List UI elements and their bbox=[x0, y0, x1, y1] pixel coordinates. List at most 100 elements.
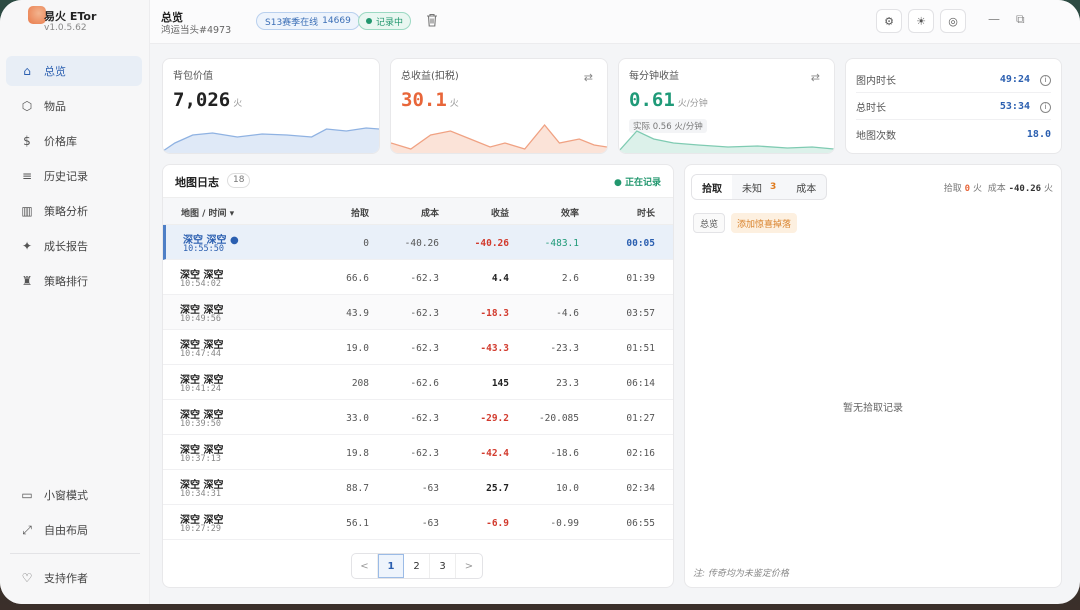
page-button-3[interactable]: 3 bbox=[430, 554, 456, 578]
page-button-2[interactable]: 2 bbox=[404, 554, 430, 578]
info-icon[interactable]: i bbox=[1040, 101, 1051, 113]
add-surprise-drop-button[interactable]: 添加惊喜掉落 bbox=[731, 213, 798, 233]
sidebar-divider bbox=[10, 553, 140, 554]
info-icon[interactable]: i bbox=[1040, 74, 1051, 86]
col-cost[interactable]: 成本 bbox=[421, 206, 439, 219]
col-pickup[interactable]: 拾取 bbox=[351, 206, 369, 219]
in-map-duration-row: 图内时长 49:24 i bbox=[856, 67, 1051, 93]
season-count: 14669 bbox=[322, 16, 351, 26]
row-efficiency: -20.085 bbox=[538, 413, 579, 424]
season-online-badge: S13赛季在线 14669 bbox=[256, 12, 360, 30]
footnote: 注: 传奇均为未鉴定价格 bbox=[693, 569, 789, 579]
tab-cost[interactable]: 成本 bbox=[786, 175, 826, 199]
recording-badge: 记录中 bbox=[358, 12, 412, 30]
sidebar-item-label: 小窗模式 bbox=[44, 489, 88, 502]
empty-state: 暂无拾取记录 bbox=[843, 403, 903, 414]
table-row[interactable]: 深空 深空 10:54:02 66.6 -62.3 4.4 2.6 01:39 bbox=[163, 260, 673, 295]
filter-all-chip[interactable]: 总览 bbox=[693, 213, 726, 233]
per-minute-income-card: 每分钟收益 ⇄ 0.61 火/分钟 实际 0.56 火/分钟 bbox=[618, 58, 835, 154]
sidebar-item-label: 物品 bbox=[44, 100, 66, 113]
sidebar-item-free-layout[interactable]: ⤢ 自由布局 bbox=[6, 515, 142, 545]
table-row[interactable]: 深空 深空 10:37:13 19.8 -62.3 -42.4 -18.6 02… bbox=[163, 435, 673, 470]
row-efficiency: 2.6 bbox=[561, 273, 579, 284]
total-income-card: 总收益(扣税) ⇄ 30.1 火 bbox=[390, 58, 608, 154]
total-income-sparkline bbox=[391, 123, 607, 153]
map-count-row: 地图次数 18.0 bbox=[856, 121, 1051, 147]
row-income: -42.4 bbox=[480, 448, 509, 459]
col-efficiency[interactable]: 效率 bbox=[561, 206, 579, 219]
tab-unknown[interactable]: 未知 3 bbox=[732, 175, 786, 199]
sidebar-item-strategy-analysis[interactable]: ▥ 策略分析 bbox=[6, 196, 142, 226]
row-duration: 01:27 bbox=[626, 413, 655, 424]
total-income-label: 总收益(扣税) bbox=[401, 71, 459, 82]
table-row[interactable]: 深空 深空 ● 10:55:50 0 -40.26 -40.26 -483.1 … bbox=[163, 225, 673, 260]
settings-button[interactable]: ⚙ bbox=[876, 9, 902, 33]
bag-value-number: 7,026 bbox=[173, 89, 231, 111]
pickup-summary: 拾取 0 火 成本 -40.26 火 bbox=[944, 181, 1053, 194]
sidebar-item-growth-report[interactable]: ✦ 成长报告 bbox=[6, 231, 142, 261]
per-minute-label: 每分钟收益 bbox=[629, 71, 679, 82]
row-pickup: 19.8 bbox=[346, 448, 369, 459]
row-cost: -62.3 bbox=[410, 448, 439, 459]
sidebar-item-mini-window[interactable]: ▭ 小窗模式 bbox=[6, 480, 142, 510]
row-pickup: 208 bbox=[351, 378, 369, 389]
bag-value-card: 背包价值 7,026 火 bbox=[162, 58, 380, 154]
summary-pickup-label: 拾取 bbox=[943, 184, 962, 194]
row-pickup: 0 bbox=[363, 238, 369, 249]
col-income[interactable]: 收益 bbox=[491, 206, 509, 219]
row-efficiency: 10.0 bbox=[556, 483, 579, 494]
table-row[interactable]: 深空 深空 10:49:56 43.9 -62.3 -18.3 -4.6 03:… bbox=[163, 295, 673, 330]
sidebar-item-label: 成长报告 bbox=[44, 240, 88, 253]
sidebar-item-label: 策略排行 bbox=[44, 275, 88, 288]
total-duration-value: 53:34 bbox=[999, 100, 1030, 112]
prev-page-button[interactable]: < bbox=[352, 554, 378, 578]
recording-dot-icon bbox=[366, 18, 372, 24]
app-version: v1.0.5.62 bbox=[44, 23, 87, 33]
row-pickup: 19.0 bbox=[346, 343, 369, 354]
swap-icon[interactable]: ⇄ bbox=[584, 71, 593, 84]
table-row[interactable]: 深空 深空 10:34:31 88.7 -63 25.7 10.0 02:34 bbox=[163, 470, 673, 505]
table-row[interactable]: 深空 深空 10:41:24 208 -62.6 145 23.3 06:14 bbox=[163, 365, 673, 400]
total-duration-label: 总时长 bbox=[856, 103, 886, 114]
bag-value-unit: 火 bbox=[233, 99, 243, 109]
sidebar-item-history[interactable]: ≡ 历史记录 bbox=[6, 161, 142, 191]
row-efficiency: -0.99 bbox=[550, 518, 579, 529]
trash-icon[interactable] bbox=[426, 13, 440, 29]
summary-cost-value: -40.26 bbox=[1008, 184, 1042, 194]
sidebar-item-overview[interactable]: ⌂ 总览 bbox=[6, 56, 142, 86]
sidebar-item-items[interactable]: ⬡ 物品 bbox=[6, 91, 142, 121]
restore-icon: ⧉ bbox=[1016, 12, 1025, 26]
table-row[interactable]: 深空 深空 10:39:50 33.0 -62.3 -29.2 -20.085 … bbox=[163, 400, 673, 435]
restore-button[interactable]: ⧉ bbox=[1016, 12, 1025, 27]
col-map-time[interactable]: 地图 / 时间 ▾ bbox=[181, 206, 234, 219]
table-row[interactable]: 深空 深空 10:47:44 19.0 -62.3 -43.3 -23.3 01… bbox=[163, 330, 673, 365]
row-income: 145 bbox=[491, 378, 509, 389]
row-time: 10:54:02 bbox=[180, 279, 221, 289]
sidebar-item-strategy-ranking[interactable]: ♜ 策略排行 bbox=[6, 266, 142, 296]
unknown-count-badge: 3 bbox=[770, 182, 777, 192]
summary-pickup-value: 0 bbox=[964, 184, 971, 194]
support-author-button[interactable]: ♡ 支持作者 bbox=[6, 563, 142, 593]
swap-icon[interactable]: ⇄ bbox=[811, 71, 820, 84]
row-cost: -62.3 bbox=[410, 343, 439, 354]
next-page-button[interactable]: > bbox=[456, 554, 482, 578]
page-button-1[interactable]: 1 bbox=[378, 554, 404, 578]
row-pickup: 88.7 bbox=[346, 483, 369, 494]
table-header: 地图 / 时间 ▾ 拾取 成本 收益 效率 时长 bbox=[163, 197, 673, 225]
player-name: 鸿运当头#4973 bbox=[161, 25, 232, 36]
per-minute-value: 0.61 火/分钟 bbox=[629, 89, 708, 111]
tab-pickup[interactable]: 拾取 bbox=[692, 175, 732, 199]
col-duration[interactable]: 时长 bbox=[637, 206, 655, 219]
window-icon: ▭ bbox=[21, 488, 33, 502]
sidebar-item-price-db[interactable]: $ 价格库 bbox=[6, 126, 142, 156]
pagination: < 1 2 3 > bbox=[351, 553, 483, 579]
sidebar-item-label: 价格库 bbox=[44, 135, 77, 148]
support-section: ♡ 支持作者 bbox=[0, 563, 150, 598]
minimize-button[interactable]: — bbox=[988, 12, 1000, 26]
home-icon: ⌂ bbox=[23, 64, 31, 78]
table-row[interactable]: 深空 深空 10:27:29 56.1 -63 -6.9 -0.99 06:55 bbox=[163, 505, 673, 540]
language-button[interactable]: ◎ bbox=[940, 9, 966, 33]
row-pickup: 66.6 bbox=[346, 273, 369, 284]
theme-toggle-button[interactable]: ☀ bbox=[908, 9, 934, 33]
row-time: 10:41:24 bbox=[180, 384, 221, 394]
